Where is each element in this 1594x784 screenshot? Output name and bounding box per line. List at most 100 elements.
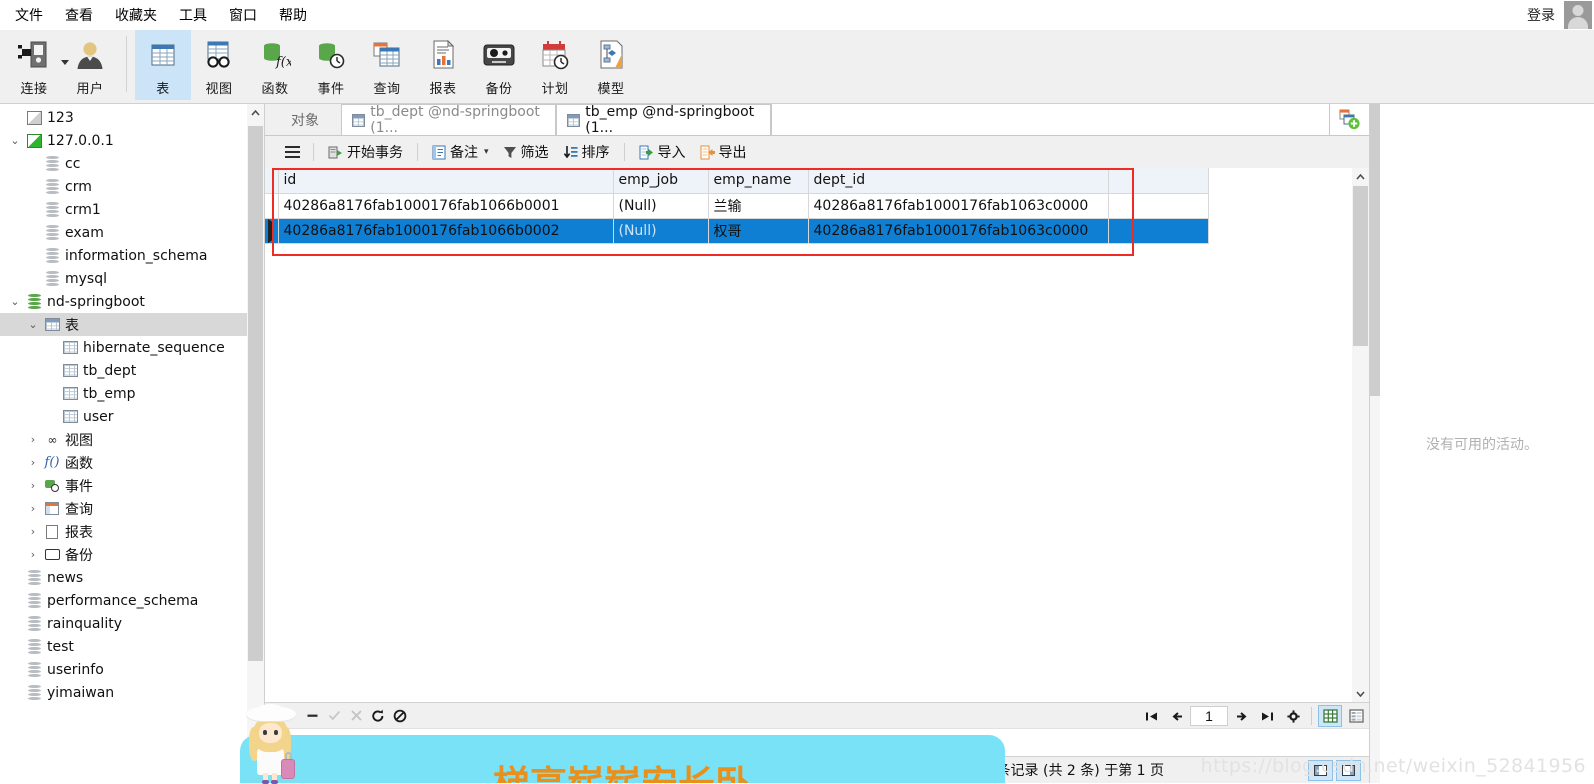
tree-item-performance_schema[interactable]: performance_schema [0, 589, 264, 612]
tree-item-rainquality[interactable]: rainquality [0, 612, 264, 635]
chevron-down-icon[interactable]: ⌄ [24, 318, 42, 331]
tree-item-test[interactable]: test [0, 635, 264, 658]
filter-button[interactable]: 筛选 [496, 139, 556, 165]
info-scrollbar-thumb[interactable] [1370, 104, 1380, 396]
form-view-toggle[interactable] [1344, 705, 1368, 727]
table-cell[interactable]: 40286a8176fab1000176fab1066b0002 [278, 218, 614, 244]
new-query-tab-button[interactable] [1329, 104, 1369, 135]
tree-item-userinfo[interactable]: userinfo [0, 658, 264, 681]
table-cell[interactable]: 兰输 [708, 193, 809, 219]
last-page-button[interactable] [1254, 703, 1280, 729]
ribbon-user-button[interactable]: 用户 [62, 30, 118, 100]
first-page-button[interactable] [1138, 703, 1164, 729]
ribbon-functions-button[interactable]: f(x) 函数 [247, 30, 303, 100]
note-button[interactable]: 备注 ▾ [425, 139, 496, 165]
chevron-right-icon[interactable]: › [24, 502, 42, 515]
grid-menu-button[interactable] [279, 143, 306, 162]
table-cell[interactable]: 40286a8176fab1000176fab1063c0000 [808, 193, 1109, 219]
ribbon-views-button[interactable]: 视图 [191, 30, 247, 100]
tree-item-tb_dept[interactable]: tb_dept [0, 359, 264, 382]
tree-item-tb_emp[interactable]: tb_emp [0, 382, 264, 405]
chevron-right-icon[interactable]: › [24, 525, 42, 538]
next-page-button[interactable] [1228, 703, 1254, 729]
tree-item-[interactable]: › 备份 [0, 543, 264, 566]
table-cell[interactable]: (Null) [613, 218, 709, 244]
menu-help[interactable]: 帮助 [268, 1, 318, 29]
tree-item-mysql[interactable]: mysql [0, 267, 264, 290]
ribbon-tables-button[interactable]: 表 [135, 30, 191, 100]
tab-tb-dept[interactable]: tb_dept @nd-springboot (1... [341, 104, 556, 136]
avatar[interactable] [1564, 1, 1592, 29]
info-scrollbar-track[interactable] [1370, 104, 1380, 783]
column-header[interactable]: id [278, 168, 614, 194]
grid-scroll-up-icon[interactable] [1352, 168, 1369, 185]
login-link[interactable]: 登录 [1518, 5, 1564, 25]
menu-file[interactable]: 文件 [4, 1, 54, 29]
tree-item-127001[interactable]: ⌄ 127.0.0.1 [0, 129, 264, 152]
grid-view-toggle[interactable] [1318, 705, 1342, 727]
grid-vertical-scrollbar[interactable] [1352, 168, 1369, 702]
apply-changes-button[interactable] [323, 706, 345, 726]
ribbon-reports-button[interactable]: 报表 [415, 30, 471, 100]
refresh-button[interactable] [367, 706, 389, 726]
data-table[interactable]: id emp_job emp_name dept_id 40286a8176fab100… [265, 168, 1209, 244]
tree-item-[interactable]: › 查询 [0, 497, 264, 520]
menu-favorites[interactable]: 收藏夹 [104, 1, 168, 29]
stop-button[interactable] [389, 706, 411, 726]
chevron-down-icon[interactable]: ⌄ [6, 295, 24, 308]
tree-item-hibernate_sequence[interactable]: hibernate_sequence [0, 336, 264, 359]
column-header[interactable]: emp_name [708, 168, 809, 194]
tree-item-yimaiwan[interactable]: yimaiwan [0, 681, 264, 704]
tree-item-[interactable]: › ∞ 视图 [0, 428, 264, 451]
sort-button[interactable]: 排序 [556, 139, 617, 165]
row-marker[interactable] [265, 193, 279, 219]
table-cell[interactable]: 权哥 [708, 218, 809, 244]
cancel-changes-button[interactable] [345, 706, 367, 726]
prev-page-button[interactable] [1164, 703, 1190, 729]
page-number-input[interactable]: 1 [1190, 706, 1228, 726]
chevron-right-icon[interactable]: › [24, 548, 42, 561]
tree-scroll-up-icon[interactable] [247, 104, 264, 121]
pager-settings-button[interactable] [1280, 703, 1306, 729]
chevron-right-icon[interactable]: › [24, 456, 42, 469]
tree-item-[interactable]: › 事件 [0, 474, 264, 497]
ribbon-schedule-button[interactable]: 计划 [527, 30, 583, 100]
tree-item-user[interactable]: user [0, 405, 264, 428]
toggle-right-panel-button[interactable] [1336, 759, 1361, 781]
table-cell[interactable]: 40286a8176fab1000176fab1063c0000 [808, 218, 1109, 244]
tree-scrollbar-thumb[interactable] [248, 126, 263, 661]
ribbon-connection-button[interactable]: 连接 [6, 30, 69, 100]
table-row[interactable]: 40286a8176fab1000176fab1066b0002 (Null) 权哥… [265, 218, 1209, 244]
ribbon-backup-button[interactable]: 备份 [471, 30, 527, 100]
column-header[interactable]: dept_id [808, 168, 1109, 194]
menu-view[interactable]: 查看 [54, 1, 104, 29]
tree-item-crm1[interactable]: crm1 [0, 198, 264, 221]
tree-item-[interactable]: ⌄ 表 [0, 313, 264, 336]
table-cell[interactable]: (Null) [613, 193, 709, 219]
import-button[interactable]: 导入 [632, 139, 693, 165]
ribbon-events-button[interactable]: 事件 [303, 30, 359, 100]
tab-tb-emp[interactable]: tb_emp @nd-springboot (1... [556, 104, 771, 136]
table-cell[interactable]: 40286a8176fab1000176fab1066b0001 [278, 193, 614, 219]
grid-scroll-down-icon[interactable] [1352, 685, 1369, 702]
tree-item-nd-springboot[interactable]: ⌄ nd-springboot [0, 290, 264, 313]
tree-item-exam[interactable]: exam [0, 221, 264, 244]
column-header[interactable]: emp_job [613, 168, 709, 194]
tree-item-news[interactable]: news [0, 566, 264, 589]
remove-record-button[interactable] [301, 706, 323, 726]
ribbon-query-button[interactable]: 查询 [359, 30, 415, 100]
tree-item-crm[interactable]: crm [0, 175, 264, 198]
tree-item-information_schema[interactable]: information_schema [0, 244, 264, 267]
row-marker[interactable] [265, 218, 279, 244]
toggle-left-panel-button[interactable] [1308, 759, 1333, 781]
table-row[interactable]: 40286a8176fab1000176fab1066b0001 (Null) 兰输… [265, 193, 1209, 219]
chevron-right-icon[interactable]: › [24, 433, 42, 446]
grid-scrollbar-thumb[interactable] [1353, 186, 1368, 346]
export-button[interactable]: 导出 [693, 139, 754, 165]
tree-item-[interactable]: › 报表 [0, 520, 264, 543]
navigation-tree[interactable]: 123 ⌄ 127.0.0.1 cc crm crm1 exam information_sc… [0, 104, 264, 704]
tab-objects[interactable]: 对象 [269, 104, 341, 135]
chevron-down-icon[interactable]: ▾ [484, 147, 489, 157]
tree-item-cc[interactable]: cc [0, 152, 264, 175]
chevron-down-icon[interactable]: ⌄ [6, 134, 24, 147]
